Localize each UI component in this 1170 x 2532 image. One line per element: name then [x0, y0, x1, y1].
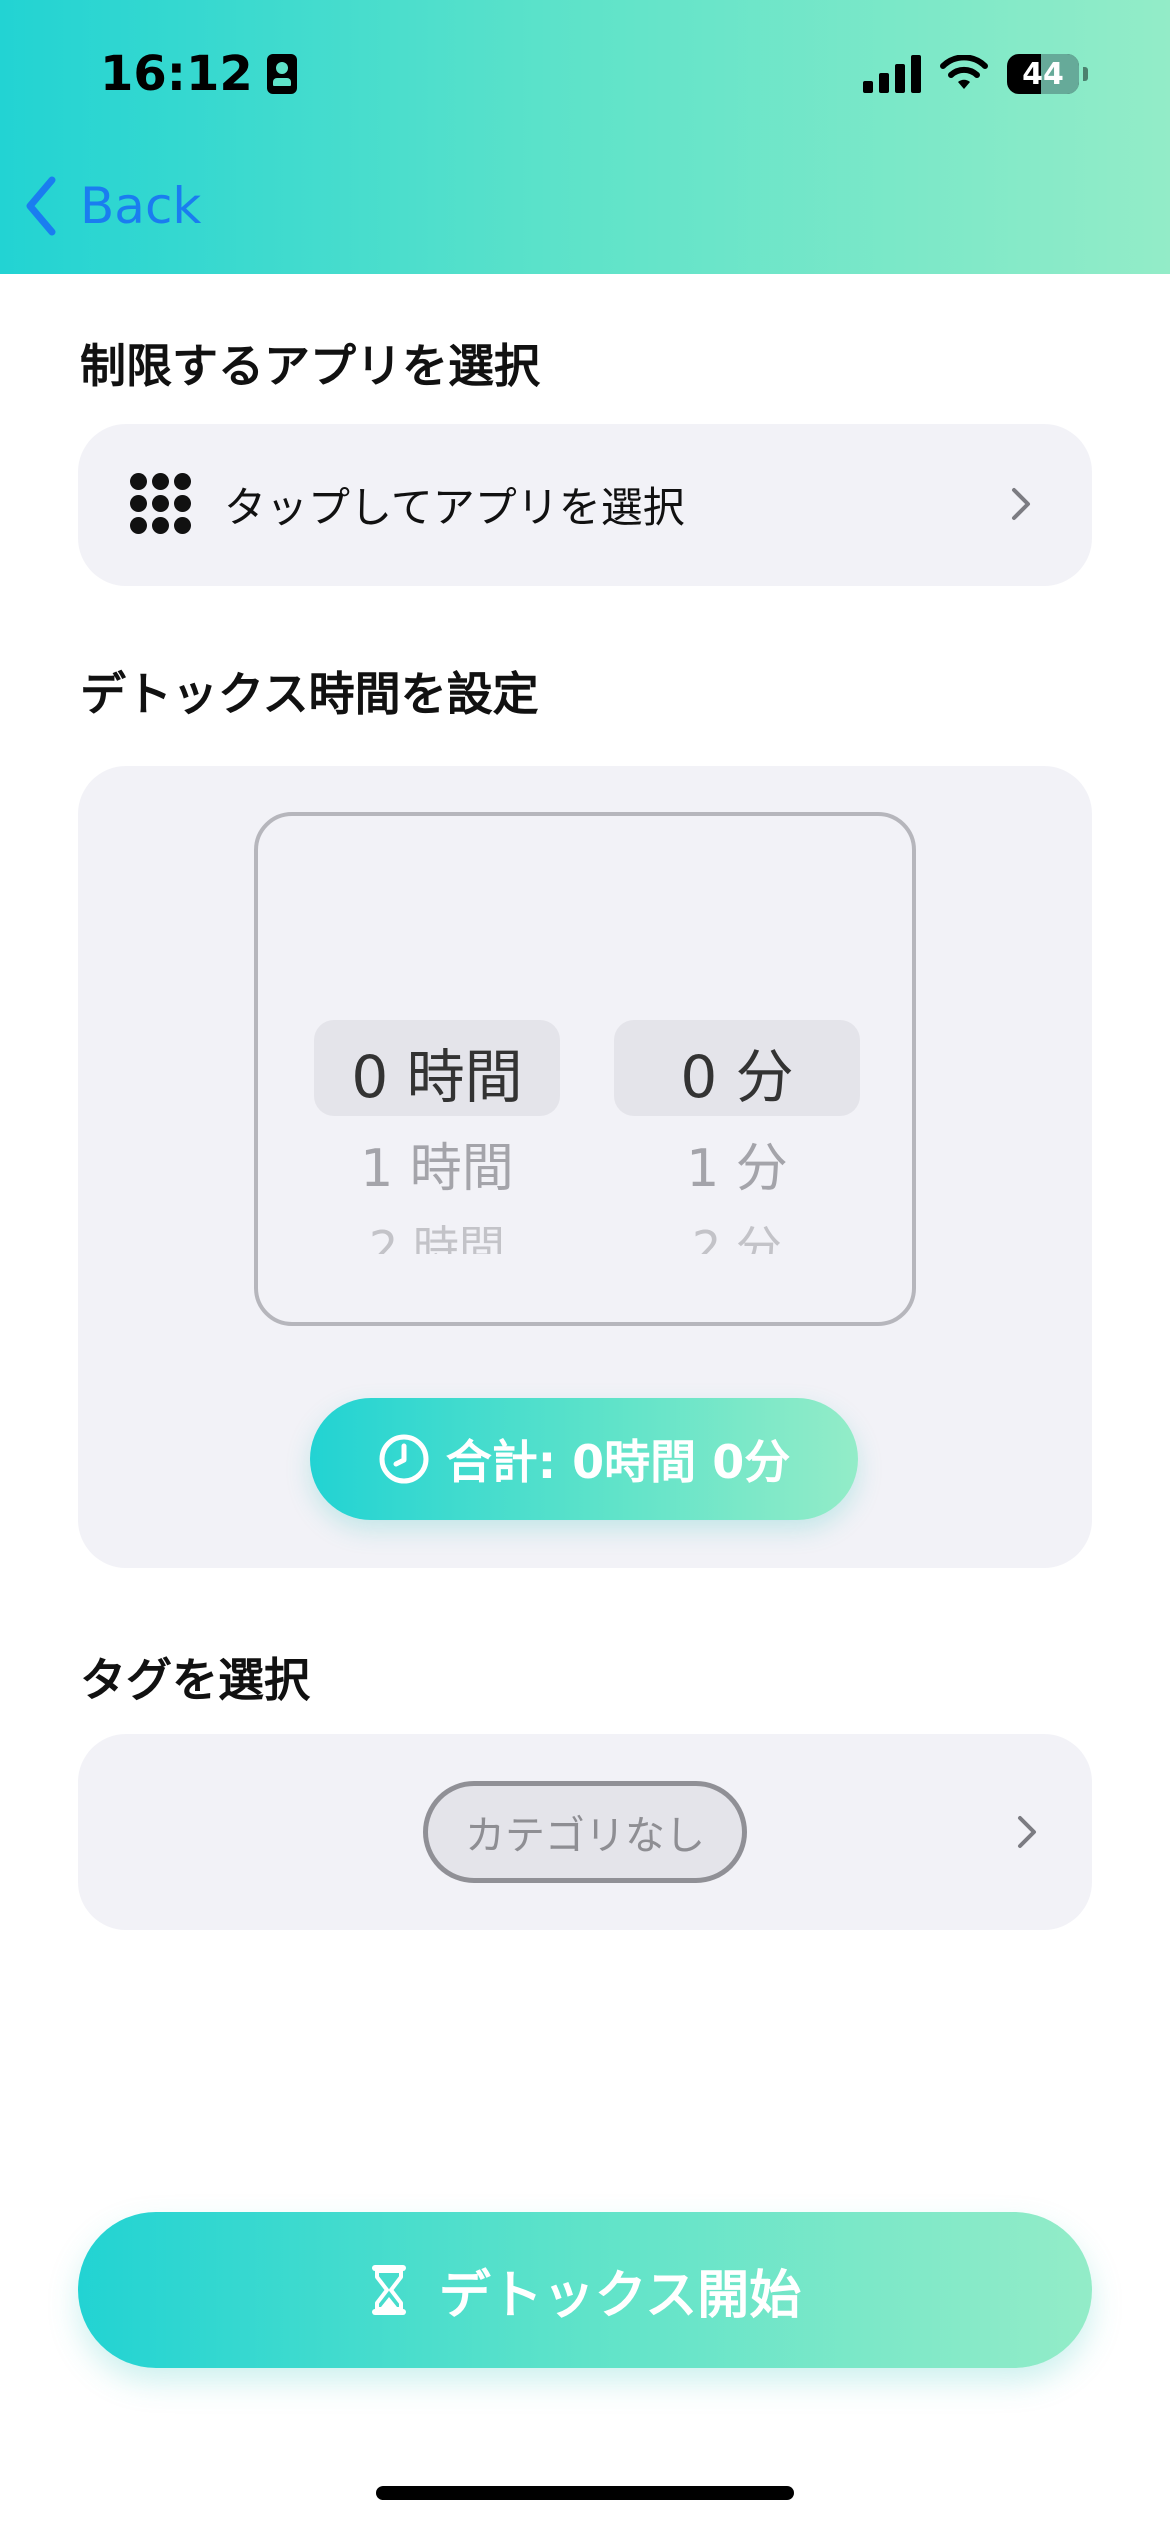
app-grid-icon: [130, 473, 192, 535]
app-select-card: タップしてアプリを選択: [78, 424, 1092, 586]
total-duration-badge: 合計: 0時間 0分: [310, 1398, 858, 1520]
battery-level: 44: [1022, 56, 1064, 92]
battery-nub: [1083, 67, 1088, 81]
start-detox-label: デトックス開始: [438, 2265, 802, 2326]
time-card: 0 時間 1 時間 2 時間 0 分 1 分 2 分 合計: 0時間 0分: [78, 766, 1092, 1568]
total-duration-label: 合計: 0時間 0分: [445, 1435, 791, 1489]
app-select-row[interactable]: タップしてアプリを選択: [78, 424, 1092, 584]
clock-icon: [379, 1434, 429, 1484]
back-button[interactable]: Back: [24, 176, 201, 236]
battery-icon: 44: [1007, 54, 1079, 94]
minutes-option[interactable]: 2 分: [614, 1212, 860, 1254]
tag-chip[interactable]: カテゴリなし: [423, 1781, 747, 1883]
person-id-icon: [266, 54, 297, 94]
start-detox-button[interactable]: デトックス開始: [78, 2212, 1092, 2368]
status-time-group: 16:12: [100, 46, 297, 102]
tag-card: カテゴリなし: [78, 1734, 1092, 1930]
hourglass-icon: [371, 2265, 406, 2315]
app-select-label: タップしてアプリを選択: [224, 482, 685, 532]
wifi-icon: [940, 55, 988, 89]
hours-option[interactable]: 1 時間: [314, 1126, 560, 1201]
time-section-title: デトックス時間を設定: [80, 667, 539, 721]
apps-section-title: 制限するアプリを選択: [80, 339, 540, 393]
hours-option[interactable]: 0 時間: [314, 1030, 560, 1114]
status-time: 16:12: [100, 46, 253, 102]
minutes-option[interactable]: 0 分: [614, 1030, 860, 1114]
tag-select-row[interactable]: カテゴリなし: [78, 1734, 1092, 1930]
chevron-right-icon: [1018, 1816, 1036, 1848]
hours-option[interactable]: 2 時間: [314, 1212, 560, 1254]
minutes-option[interactable]: 1 分: [614, 1126, 860, 1201]
duration-picker[interactable]: 0 時間 1 時間 2 時間 0 分 1 分 2 分: [254, 812, 916, 1326]
status-icons: 44: [863, 54, 1088, 94]
hours-wheel[interactable]: 0 時間 1 時間 2 時間: [314, 816, 560, 1322]
home-indicator[interactable]: [376, 2486, 794, 2500]
minutes-wheel[interactable]: 0 分 1 分 2 分: [614, 816, 860, 1322]
tag-chip-label: カテゴリなし: [465, 1813, 705, 1859]
header: 16:12 44 Back: [0, 0, 1170, 274]
back-label: Back: [80, 177, 202, 235]
chevron-right-icon: [1012, 488, 1030, 520]
tag-section-title: タグを選択: [80, 1653, 310, 1707]
cellular-signal-icon: [863, 55, 921, 93]
chevron-left-icon: [26, 176, 56, 236]
